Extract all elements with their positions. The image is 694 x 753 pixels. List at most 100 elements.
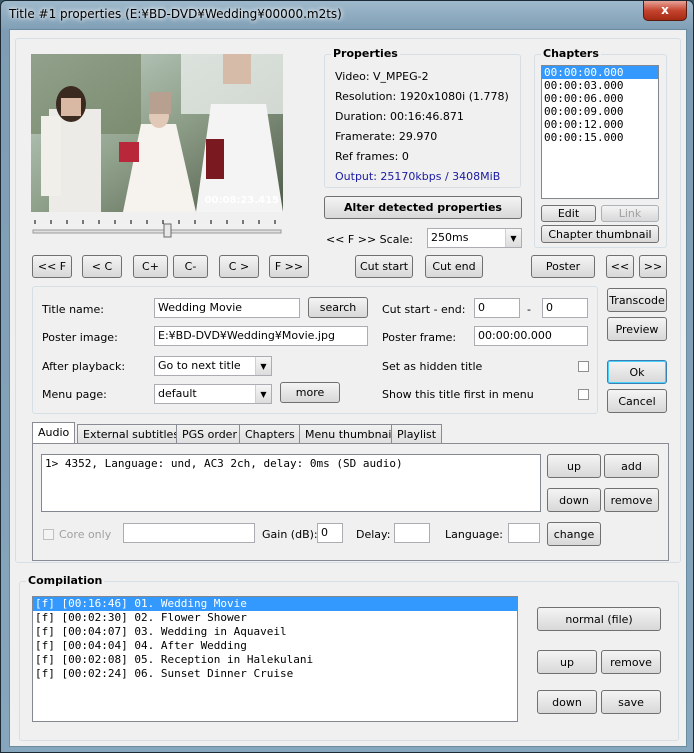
video-codec: Video: V_MPEG-2 — [335, 70, 429, 83]
gain-input[interactable]: 0 — [317, 523, 343, 543]
compilation-up-button[interactable]: up — [537, 650, 597, 674]
video-preview: 00:08:23.415 — [31, 54, 283, 212]
cut-end-button[interactable]: Cut end — [425, 255, 483, 278]
ref-frames: Ref frames: 0 — [335, 150, 409, 163]
audio-down-button[interactable]: down — [547, 488, 601, 512]
chapter-back-button[interactable]: < C — [82, 255, 122, 278]
after-playback-label: After playback: — [42, 360, 126, 373]
show-first-checkbox[interactable] — [578, 389, 589, 400]
tab-pgs-order[interactable]: PGS order — [176, 424, 243, 443]
tab-audio[interactable]: Audio — [32, 422, 76, 444]
chevron-down-icon: ▼ — [505, 229, 521, 247]
title-name-input[interactable]: Wedding Movie — [154, 298, 300, 318]
compilation-remove-button[interactable]: remove — [601, 650, 661, 674]
menu-page-label: Menu page: — [42, 388, 107, 401]
chapter-item[interactable]: 00:00:12.000 — [542, 118, 658, 131]
close-button[interactable]: x — [643, 1, 687, 21]
frame-forward-button[interactable]: F >> — [269, 255, 309, 278]
normal-file-button[interactable]: normal (file) — [537, 607, 661, 631]
chapter-item[interactable]: 00:00:06.000 — [542, 92, 658, 105]
chapter-link-button[interactable]: Link — [601, 205, 659, 222]
core-only-label: Core only — [59, 528, 112, 541]
tab-external-subtitles[interactable]: External subtitles — [77, 424, 186, 443]
duration: Duration: 00:16:46.871 — [335, 110, 464, 123]
slider-thumb — [163, 223, 172, 238]
video-frame-image: 00:08:23.415 — [31, 54, 283, 212]
slider-ticks — [32, 220, 282, 238]
video-timestamp: 00:08:23.415 — [205, 195, 279, 206]
ok-button[interactable]: Ok — [607, 360, 667, 384]
title-bar[interactable]: Title #1 properties (E:¥BD-DVD¥Wedding¥0… — [1, 1, 693, 29]
chevron-down-icon: ▼ — [255, 385, 271, 403]
poster-frame-label: Poster frame: — [382, 331, 457, 344]
scale-select[interactable]: 250ms ▼ — [427, 228, 522, 248]
chapter-edit-button[interactable]: Edit — [541, 205, 596, 222]
chapter-remove-button[interactable]: C- — [173, 255, 208, 278]
core-only-checkbox[interactable] — [43, 529, 54, 540]
audio-up-button[interactable]: up — [547, 454, 601, 478]
compilation-item[interactable]: [f] [00:16:46] 01. Wedding Movie — [33, 597, 517, 611]
chevron-down-icon: ▼ — [255, 357, 271, 375]
next-button[interactable]: >> — [639, 255, 667, 278]
audio-add-button[interactable]: add — [604, 454, 659, 478]
chapter-item[interactable]: 00:00:00.000 — [542, 66, 658, 79]
compilation-title: Compilation — [26, 574, 105, 587]
cut-dash: - — [527, 303, 531, 316]
language-input[interactable] — [508, 523, 540, 543]
compilation-save-button[interactable]: save — [601, 690, 661, 714]
audio-list[interactable]: 1> 4352, Language: und, AC3 2ch, delay: … — [41, 454, 541, 512]
frame-back-button[interactable]: << F — [32, 255, 72, 278]
compilation-item[interactable]: [f] [00:02:24] 06. Sunset Dinner Cruise — [33, 667, 517, 681]
chapter-item[interactable]: 00:00:09.000 — [542, 105, 658, 118]
delay-input[interactable] — [394, 523, 430, 543]
previous-button[interactable]: << — [606, 255, 634, 278]
poster-image-label: Poster image: — [42, 331, 118, 344]
audio-track-item[interactable]: 1> 4352, Language: und, AC3 2ch, delay: … — [42, 455, 540, 472]
cut-end-input[interactable]: 0 — [542, 298, 588, 318]
menu-page-select[interactable]: default ▼ — [154, 384, 272, 404]
menu-page-value: default — [158, 387, 197, 400]
audio-remove-button[interactable]: remove — [604, 488, 659, 512]
alter-properties-button[interactable]: Alter detected properties — [324, 196, 522, 219]
title-name-label: Title name: — [42, 303, 104, 316]
show-first-label: Show this title first in menu — [382, 388, 534, 401]
poster-frame-input[interactable]: 00:00:00.000 — [474, 326, 588, 346]
chapter-add-button[interactable]: C+ — [133, 255, 168, 278]
tab-chapters[interactable]: Chapters — [239, 424, 301, 443]
poster-image-input[interactable]: E:¥BD-DVD¥Wedding¥Movie.jpg — [154, 326, 368, 346]
compilation-down-button[interactable]: down — [537, 690, 597, 714]
cut-start-input[interactable]: 0 — [474, 298, 520, 318]
scale-value: 250ms — [431, 231, 469, 244]
after-playback-select[interactable]: Go to next title ▼ — [154, 356, 272, 376]
chapter-forward-button[interactable]: C > — [219, 255, 259, 278]
compilation-list[interactable]: [f] [00:16:46] 01. Wedding Movie [f] [00… — [32, 596, 518, 722]
poster-button[interactable]: Poster — [531, 255, 595, 278]
properties-title: Properties — [331, 47, 400, 60]
cancel-button[interactable]: Cancel — [607, 389, 667, 413]
transcode-button[interactable]: Transcode — [607, 288, 667, 312]
cut-label: Cut start - end: — [382, 303, 466, 316]
hidden-title-checkbox[interactable] — [578, 361, 589, 372]
chapters-title: Chapters — [541, 47, 601, 60]
cut-start-button[interactable]: Cut start — [355, 255, 413, 278]
seek-slider[interactable] — [31, 218, 283, 238]
language-label: Language: — [445, 528, 503, 541]
compilation-item[interactable]: [f] [00:04:07] 03. Wedding in Aquaveil — [33, 625, 517, 639]
tab-playlist[interactable]: Playlist — [391, 424, 443, 443]
chapter-item[interactable]: 00:00:03.000 — [542, 79, 658, 92]
compilation-item[interactable]: [f] [00:02:08] 05. Reception in Halekula… — [33, 653, 517, 667]
compilation-item[interactable]: [f] [00:04:04] 04. After Wedding — [33, 639, 517, 653]
search-button[interactable]: search — [308, 297, 368, 318]
chapters-list[interactable]: 00:00:00.000 00:00:03.000 00:00:06.000 0… — [541, 65, 659, 199]
chapter-thumbnail-button[interactable]: Chapter thumbnail — [541, 225, 659, 243]
delay-label: Delay: — [356, 528, 391, 541]
preview-button[interactable]: Preview — [607, 317, 667, 341]
compilation-item[interactable]: [f] [00:02:30] 02. Flower Shower — [33, 611, 517, 625]
gain-label: Gain (dB): — [262, 528, 318, 541]
chapter-item[interactable]: 00:00:15.000 — [542, 131, 658, 144]
dialog-client: 00:08:23.415 Properties Video: V_MPEG-2 … — [9, 29, 687, 747]
more-button[interactable]: more — [280, 382, 340, 403]
audio-extra-input[interactable] — [123, 523, 255, 543]
after-playback-value: Go to next title — [158, 359, 241, 372]
audio-change-button[interactable]: change — [547, 522, 601, 546]
